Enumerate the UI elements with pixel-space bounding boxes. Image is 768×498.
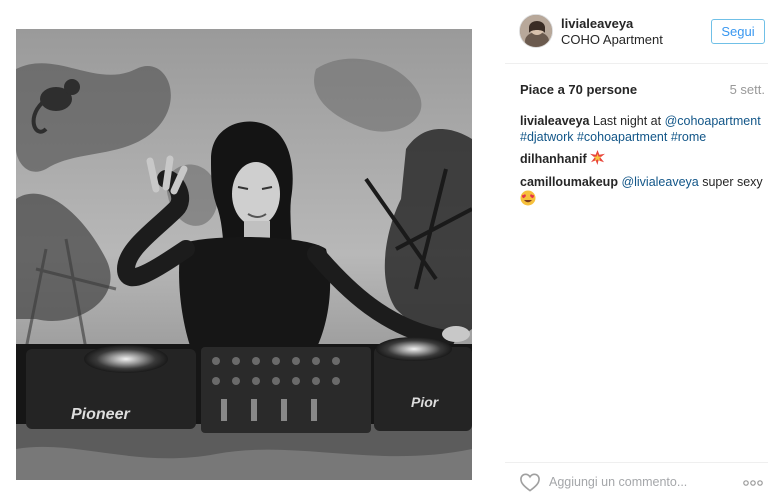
svg-text:Pior: Pior [411, 394, 440, 410]
caption: livialeaveya Last night at @cohoapartmen… [520, 114, 765, 145]
hashtag[interactable]: #djatwork [520, 130, 574, 144]
post-footer [505, 462, 768, 498]
caption-text: Last night at [593, 114, 662, 128]
comment-username[interactable]: dilhanhanif [520, 152, 587, 166]
caption-username[interactable]: livialeaveya [520, 114, 590, 128]
heart-eyes-emoji-icon [520, 190, 536, 211]
follow-button[interactable]: Segui [711, 19, 765, 44]
comment-username[interactable]: camilloumakeup [520, 175, 618, 189]
hashtag[interactable]: #rome [671, 130, 706, 144]
svg-text:Pioneer: Pioneer [71, 406, 130, 423]
author-username[interactable]: livialeaveya [561, 16, 633, 31]
likes-count[interactable]: Piace a 70 persone [520, 82, 637, 97]
comment-text: super sexy [702, 174, 763, 189]
hashtag[interactable]: #cohoapartment [577, 130, 667, 144]
heart-outline-icon[interactable] [519, 472, 541, 492]
more-options-icon[interactable] [742, 475, 764, 486]
avatar-icon[interactable] [519, 14, 553, 48]
post-details-panel: livialeaveya COHO Apartment Segui Piace … [505, 0, 768, 498]
post-header: livialeaveya COHO Apartment Segui [505, 0, 768, 64]
post-photo[interactable]: Pioneer Pior [16, 29, 472, 480]
add-comment-input[interactable] [549, 473, 729, 491]
post-timestamp[interactable]: 5 sett. [730, 82, 765, 97]
comment-item: camilloumakeup @livialeaveya super sexy [520, 175, 765, 211]
post-location[interactable]: COHO Apartment [561, 32, 663, 47]
collision-emoji-icon [590, 150, 606, 170]
photo-dj-image: Pioneer Pior [16, 29, 472, 480]
caption-mention[interactable]: @cohoapartment [665, 114, 761, 128]
comment-mention[interactable]: @livialeaveya [621, 175, 698, 189]
comment-item: dilhanhanif [520, 150, 765, 170]
comments-list: livialeaveya Last night at @cohoapartmen… [520, 114, 765, 216]
